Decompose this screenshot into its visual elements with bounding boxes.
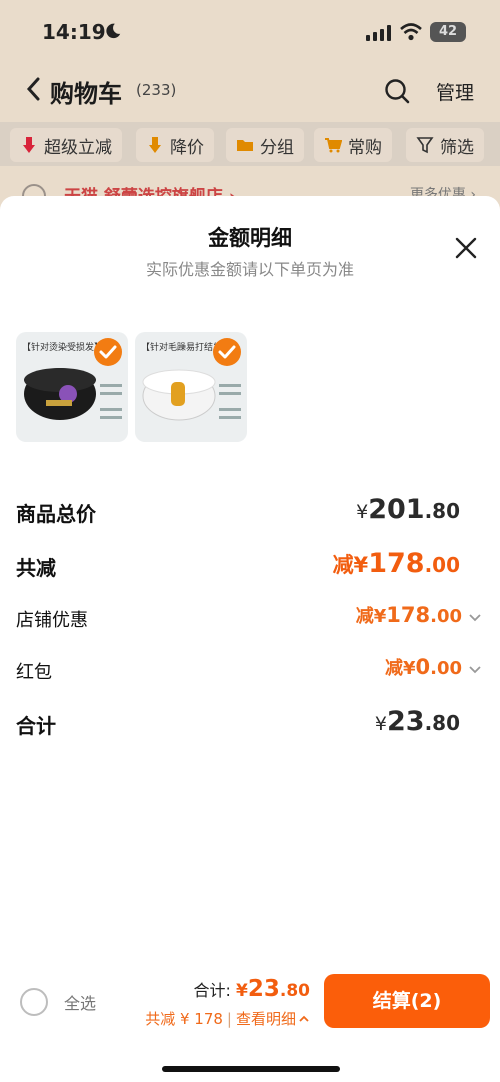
cart-icon (325, 138, 342, 153)
sum-label: 合计 (16, 714, 56, 738)
filter-icon (416, 137, 434, 154)
total-reduction-value: 减¥178.00 (332, 548, 460, 579)
filter-bar: 超级立减 降价 分组 常购 筛选 (0, 122, 500, 166)
moon-icon (106, 23, 121, 39)
amount-detail-sheet: 金额明细 实际优惠金额请以下单页为准 【针对烫染受损发】 【针对毛躁易打结发】 (0, 196, 500, 1082)
sheet-subtitle: 实际优惠金额请以下单页为准 (145, 260, 354, 279)
sum-row: 合计 ¥23.80 (16, 706, 482, 742)
background-page: 14:19 42 购物车 (233) 管理 超级立减 降价 分组 常购 筛选 天… (0, 0, 500, 220)
chevron-up-icon[interactable] (298, 1014, 310, 1024)
chevron-down-icon[interactable] (468, 664, 482, 676)
red-packet-row[interactable]: 红包 减¥0.00 (16, 654, 482, 690)
reduction-summary: 共减 ¥ 178 | 查看明细 (145, 1008, 310, 1029)
status-bar: 14:19 42 (0, 0, 500, 62)
nav-bar: 购物车 (233) 管理 (0, 66, 500, 116)
store-discount-row[interactable]: 店铺优惠 减¥178.00 (16, 602, 482, 638)
filter-chip-price-drop[interactable]: 降价 (136, 128, 214, 162)
price-drop-icon (149, 137, 161, 153)
goods-total-label: 商品总价 (16, 502, 96, 526)
sheet-title: 金额明细 (208, 226, 292, 250)
store-discount-value: 减¥178.00 (355, 603, 462, 627)
select-all-checkbox[interactable] (20, 988, 48, 1016)
checkout-bar: 全选 合计: ¥23.80 共减 ¥ 178 | 查看明细 结算(2) (0, 960, 500, 1082)
red-packet-label: 红包 (16, 662, 52, 683)
select-all-label[interactable]: 全选 (64, 990, 96, 1014)
selected-check-icon[interactable] (213, 338, 241, 366)
down-arrow-icon (23, 137, 35, 153)
selected-check-icon[interactable] (94, 338, 122, 366)
home-indicator (162, 1066, 340, 1072)
goods-total-row: 商品总价 ¥201.80 (16, 494, 482, 530)
filter-chip-frequent[interactable]: 常购 (314, 128, 392, 162)
cart-count: (233) (136, 81, 177, 99)
folder-icon (237, 140, 253, 151)
status-time: 14:19 (42, 20, 106, 44)
filter-chip-super-discount[interactable]: 超级立减 (10, 128, 122, 162)
chevron-down-icon[interactable] (468, 612, 482, 624)
product-thumbnail-1[interactable]: 【针对烫染受损发】 (16, 332, 128, 442)
close-icon[interactable] (454, 236, 478, 260)
store-discount-label: 店铺优惠 (16, 610, 88, 631)
filter-chip-filter[interactable]: 筛选 (406, 128, 484, 162)
battery-icon: 42 (430, 22, 466, 42)
view-details-link[interactable]: 查看明细 (236, 1010, 296, 1028)
total-reduction-text: 共减 ¥ 178 (145, 1010, 223, 1028)
total-amount: 合计: ¥23.80 (193, 976, 310, 1002)
total-reduction-row: 共减 减¥178.00 (16, 548, 482, 584)
goods-total-value: ¥201.80 (356, 494, 460, 525)
filter-chip-group[interactable]: 分组 (226, 128, 304, 162)
red-packet-value: 减¥0.00 (384, 655, 462, 679)
product-thumbnail-2[interactable]: 【针对毛躁易打结发】 (135, 332, 247, 442)
checkout-button[interactable]: 结算(2) (324, 974, 490, 1028)
sum-value: ¥23.80 (374, 706, 460, 737)
back-arrow-icon[interactable] (24, 76, 44, 102)
manage-button[interactable]: 管理 (436, 78, 474, 105)
search-icon[interactable] (384, 78, 410, 104)
total-reduction-label: 共减 (16, 556, 56, 580)
page-title: 购物车 (50, 80, 122, 108)
wifi-icon (400, 23, 422, 41)
cellular-signal-icon (366, 25, 391, 41)
